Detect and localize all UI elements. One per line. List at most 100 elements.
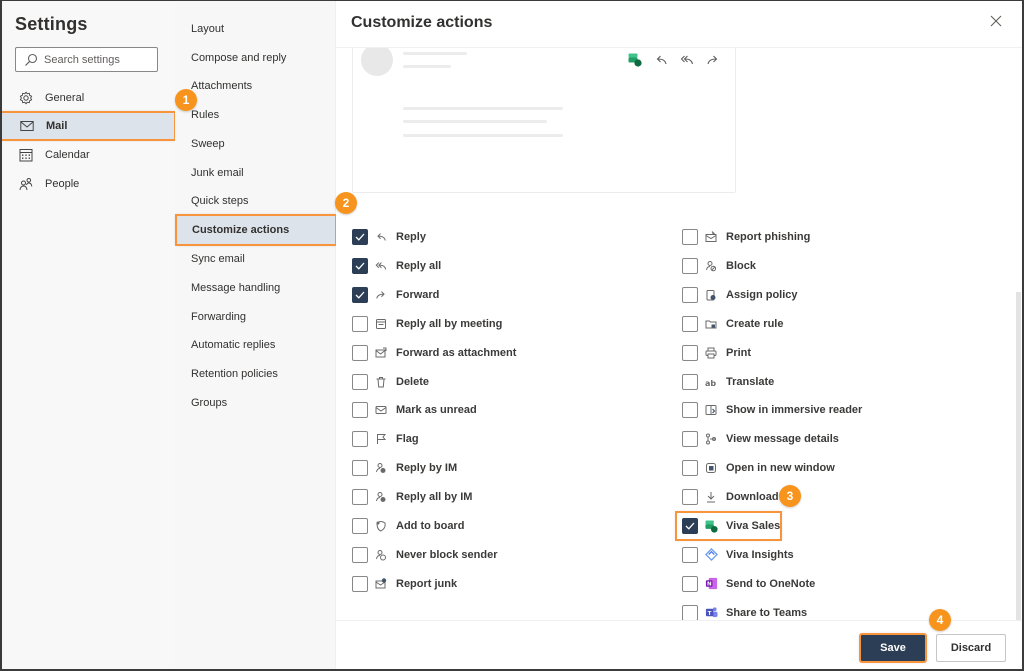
print-icon — [704, 346, 718, 360]
action-label: Assign policy — [726, 288, 798, 301]
action-item-never-block-sender[interactable]: Never block sender — [352, 544, 498, 566]
mail-setting-message-handling[interactable]: Message handling — [175, 274, 335, 302]
checkbox[interactable] — [682, 229, 698, 245]
nav-item-label: People — [45, 178, 80, 190]
checkbox[interactable] — [682, 431, 698, 448]
calendar-icon — [19, 148, 33, 162]
search-settings-box[interactable] — [15, 47, 158, 72]
checkbox[interactable] — [682, 257, 698, 274]
checkmark-icon — [355, 233, 365, 241]
mail-setting-customize-actions[interactable]: Customize actions — [175, 214, 337, 246]
action-label: Viva Insights — [726, 548, 794, 561]
checkbox[interactable] — [682, 518, 698, 534]
checkbox[interactable] — [352, 546, 368, 563]
nav-item-people[interactable]: People — [0, 170, 175, 198]
checkbox[interactable] — [682, 460, 698, 477]
action-item-view-message-details[interactable]: View message details — [682, 428, 839, 450]
search-icon — [24, 53, 38, 67]
action-item-mark-as-unread[interactable]: Mark as unread — [352, 399, 477, 421]
actions-scroll-area[interactable]: Reply Reply all Forward Reply all by meetin… — [336, 48, 1024, 620]
nav-item-calendar[interactable]: Calendar — [0, 141, 175, 169]
checkbox[interactable] — [352, 286, 368, 303]
vertical-scrollbar[interactable] — [1016, 292, 1021, 620]
action-item-print[interactable]: Print — [682, 342, 751, 364]
reply-im-icon — [374, 461, 388, 475]
action-item-reply[interactable]: Reply — [352, 226, 426, 248]
discard-button[interactable]: Discard — [936, 634, 1006, 662]
nav-item-mail[interactable]: Mail — [0, 111, 176, 141]
mail-setting-quick-steps[interactable]: Quick steps — [175, 187, 335, 215]
mail-setting-junk-email[interactable]: Junk email — [175, 159, 335, 187]
mail-setting-rules[interactable]: Rules — [175, 101, 335, 129]
checkbox[interactable] — [352, 344, 368, 361]
action-item-assign-policy[interactable]: Assign policy — [682, 284, 798, 306]
translate-icon: ab — [704, 375, 718, 389]
mail-setting-sync-email[interactable]: Sync email — [175, 245, 335, 273]
checkbox[interactable] — [352, 489, 368, 506]
checkbox[interactable] — [682, 344, 698, 361]
action-label: Share to Teams — [726, 606, 808, 619]
action-item-block[interactable]: Block — [682, 255, 756, 277]
checkbox[interactable] — [352, 257, 368, 274]
checkbox[interactable] — [352, 229, 368, 245]
step-badge-2: 2 — [335, 192, 357, 214]
action-item-report-junk[interactable]: Report junk — [352, 573, 457, 595]
action-item-share-to-teams[interactable]: T Share to Teams — [682, 602, 807, 620]
checkbox[interactable] — [352, 402, 368, 419]
action-item-reply-all-by-meeting[interactable]: Reply all by meeting — [352, 313, 502, 335]
svg-text:T: T — [707, 611, 711, 617]
action-item-forward[interactable]: Forward — [352, 284, 439, 306]
checkbox[interactable] — [352, 315, 368, 332]
checkbox[interactable] — [352, 373, 368, 390]
action-item-flag[interactable]: Flag — [352, 428, 419, 450]
customize-actions-panel: Customize actions Reply Reply all Forwar… — [336, 0, 1024, 671]
checkbox[interactable] — [352, 460, 368, 477]
mail-setting-automatic-replies[interactable]: Automatic replies — [175, 331, 335, 359]
action-label: Print — [726, 346, 752, 359]
mail-setting-attachments[interactable]: Attachments — [175, 72, 335, 100]
action-item-viva-insights[interactable]: Viva Insights — [682, 544, 794, 566]
save-button[interactable]: Save — [859, 633, 927, 663]
action-item-report-phishing[interactable]: Report phishing — [682, 226, 810, 248]
action-item-send-to-onenote[interactable]: N Send to OneNote — [682, 573, 815, 595]
forward-icon — [374, 288, 388, 302]
checkbox[interactable] — [682, 315, 698, 332]
action-item-reply-by-im[interactable]: Reply by IM — [352, 457, 457, 479]
action-item-add-to-board[interactable]: Add to board — [352, 515, 464, 537]
checkbox[interactable] — [352, 431, 368, 448]
checkbox[interactable] — [682, 546, 698, 563]
action-label: Viva Sales — [726, 520, 781, 532]
action-item-reply-all-by-im[interactable]: Reply all by IM — [352, 486, 472, 508]
checkbox[interactable] — [682, 489, 698, 506]
nav-item-general[interactable]: General — [0, 84, 175, 112]
checkbox[interactable] — [682, 604, 698, 620]
action-item-show-in-immersive-reader[interactable]: Show in immersive reader — [682, 399, 862, 421]
checkbox[interactable] — [352, 575, 368, 592]
close-button[interactable] — [988, 15, 1004, 31]
action-item-delete[interactable]: Delete — [352, 371, 429, 393]
action-item-forward-as-attachment[interactable]: Forward as attachment — [352, 342, 516, 364]
checkbox[interactable] — [352, 518, 368, 534]
mail-unread-icon — [374, 403, 388, 417]
checkbox[interactable] — [682, 402, 698, 419]
action-item-open-in-new-window[interactable]: Open in new window — [682, 457, 835, 479]
viva-sales-icon — [704, 519, 718, 533]
action-item-translate[interactable]: ab Translate — [682, 371, 774, 393]
mail-setting-compose-and-reply[interactable]: Compose and reply — [175, 44, 335, 72]
nav-item-label: Mail — [46, 120, 68, 132]
mail-setting-layout[interactable]: Layout — [175, 15, 335, 43]
checkbox[interactable] — [682, 373, 698, 390]
action-item-download[interactable]: Download — [682, 486, 779, 508]
checkbox[interactable] — [682, 286, 698, 303]
mail-setting-groups[interactable]: Groups — [175, 389, 335, 417]
action-item-reply-all[interactable]: Reply all — [352, 255, 441, 277]
mail-setting-forwarding[interactable]: Forwarding — [175, 303, 335, 331]
policy-icon — [704, 288, 718, 302]
action-item-create-rule[interactable]: Create rule — [682, 313, 783, 335]
mail-setting-sweep[interactable]: Sweep — [175, 130, 335, 158]
search-settings-input[interactable] — [44, 53, 144, 66]
mail-setting-retention-policies[interactable]: Retention policies — [175, 360, 335, 388]
checkbox[interactable] — [682, 575, 698, 592]
action-item-viva-sales[interactable]: Viva Sales — [682, 515, 780, 537]
action-label: Translate — [726, 375, 775, 388]
